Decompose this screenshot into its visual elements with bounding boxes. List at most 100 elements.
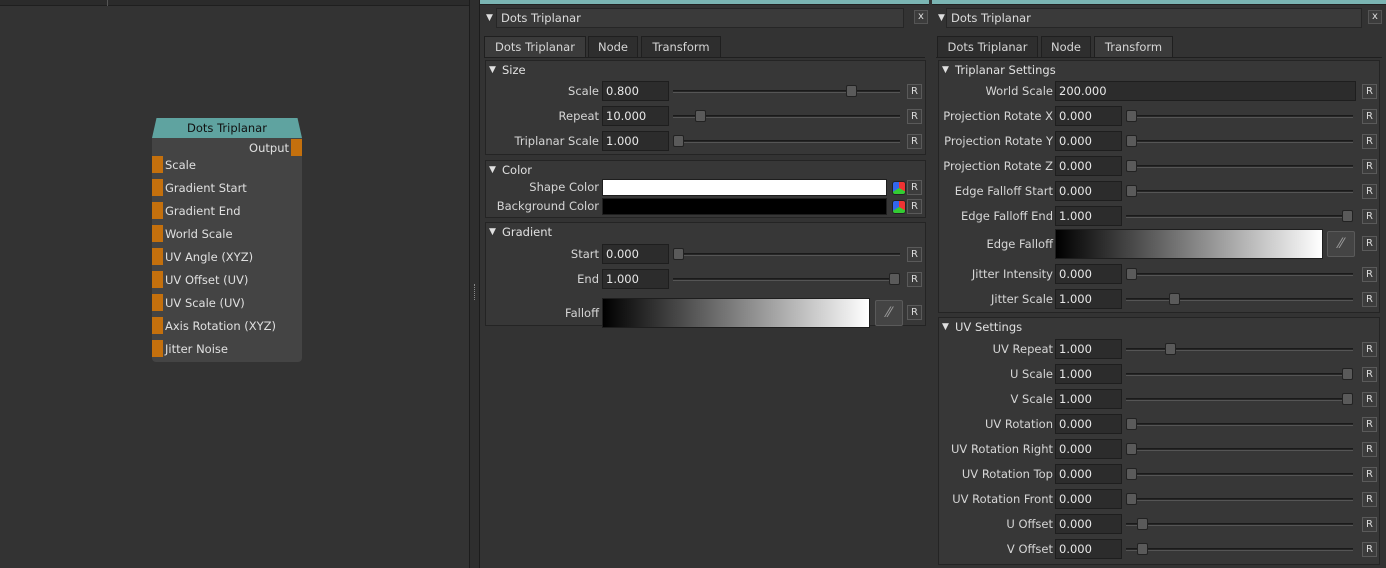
- panel-title-field[interactable]: Dots Triplanar: [496, 8, 904, 28]
- tab-transform[interactable]: Transform: [641, 36, 721, 58]
- reset-button[interactable]: R: [1362, 184, 1377, 199]
- input-port[interactable]: [152, 317, 163, 334]
- value-field[interactable]: 0.000: [602, 244, 669, 264]
- value-field[interactable]: 0.000: [1055, 514, 1122, 534]
- slider-handle[interactable]: [1165, 343, 1176, 355]
- input-port[interactable]: [152, 340, 163, 357]
- slider-handle[interactable]: [1126, 185, 1137, 197]
- slider-handle[interactable]: [846, 85, 857, 97]
- slider-track[interactable]: [673, 90, 900, 93]
- panel-title-field[interactable]: Dots Triplanar: [946, 8, 1362, 28]
- reset-button[interactable]: R: [907, 272, 922, 287]
- reset-button[interactable]: R: [1362, 134, 1377, 149]
- slider-handle[interactable]: [673, 135, 684, 147]
- slider-track[interactable]: [1126, 498, 1353, 501]
- reset-button[interactable]: R: [1362, 109, 1377, 124]
- reset-button[interactable]: R: [1362, 442, 1377, 457]
- group-triplanar-header[interactable]: ▼ Triplanar Settings: [939, 61, 1379, 79]
- value-field[interactable]: 0.000: [1055, 414, 1122, 434]
- slider-track[interactable]: [1126, 165, 1353, 168]
- value-field[interactable]: 1.000: [1055, 289, 1122, 309]
- collapse-arrow-icon[interactable]: ▼: [938, 13, 945, 23]
- value-field[interactable]: 0.000: [1055, 539, 1122, 559]
- color-swatch[interactable]: [602, 179, 887, 196]
- reset-button[interactable]: R: [907, 199, 922, 214]
- reset-button[interactable]: R: [1362, 367, 1377, 382]
- input-port[interactable]: [152, 248, 163, 265]
- slider-track[interactable]: [673, 253, 900, 256]
- output-port[interactable]: [291, 139, 302, 156]
- value-field[interactable]: 0.000: [1055, 439, 1122, 459]
- reset-button[interactable]: R: [907, 247, 922, 262]
- slider-track[interactable]: [673, 140, 900, 143]
- value-field[interactable]: 1.000: [1055, 339, 1122, 359]
- slider-track[interactable]: [1126, 273, 1353, 276]
- slider-handle[interactable]: [1342, 393, 1353, 405]
- reset-button[interactable]: R: [1362, 236, 1377, 251]
- close-button[interactable]: x: [1368, 10, 1382, 24]
- tab-node[interactable]: Node: [588, 36, 638, 58]
- collapse-arrow-icon[interactable]: ▼: [486, 13, 493, 23]
- slider-track[interactable]: [1126, 398, 1353, 401]
- color-picker-icon[interactable]: [892, 181, 906, 195]
- input-port[interactable]: [152, 156, 163, 173]
- reset-button[interactable]: R: [1362, 492, 1377, 507]
- reset-button[interactable]: R: [907, 84, 922, 99]
- value-field[interactable]: 0.000: [1055, 181, 1122, 201]
- curve-editor-icon[interactable]: ⁄⁄: [1327, 231, 1355, 257]
- slider-track[interactable]: [1126, 423, 1353, 426]
- slider-track[interactable]: [673, 115, 900, 118]
- slider-handle[interactable]: [1126, 268, 1137, 280]
- slider-handle[interactable]: [1126, 468, 1137, 480]
- input-port[interactable]: [152, 202, 163, 219]
- slider-track[interactable]: [1126, 215, 1353, 218]
- value-field[interactable]: 0.800: [602, 81, 669, 101]
- slider-track[interactable]: [673, 278, 900, 281]
- reset-button[interactable]: R: [1362, 467, 1377, 482]
- group-uv-header[interactable]: ▼ UV Settings: [939, 318, 1379, 336]
- slider-track[interactable]: [1126, 473, 1353, 476]
- slider-handle[interactable]: [889, 273, 900, 285]
- slider-track[interactable]: [1126, 348, 1353, 351]
- slider-handle[interactable]: [1126, 493, 1137, 505]
- value-field[interactable]: 1.000: [1055, 389, 1122, 409]
- curve-editor-icon[interactable]: ⁄⁄: [875, 300, 903, 326]
- value-field[interactable]: 0.000: [1055, 131, 1122, 151]
- world-scale-field[interactable]: 200.000: [1055, 81, 1356, 101]
- slider-handle[interactable]: [1137, 543, 1148, 555]
- slider-handle[interactable]: [1126, 418, 1137, 430]
- slider-track[interactable]: [1126, 548, 1353, 551]
- value-field[interactable]: 1.000: [1055, 364, 1122, 384]
- group-color-header[interactable]: ▼ Color: [486, 161, 925, 179]
- value-field[interactable]: 0.000: [1055, 106, 1122, 126]
- value-field[interactable]: 1.000: [1055, 206, 1122, 226]
- node-title[interactable]: Dots Triplanar: [152, 118, 302, 138]
- reset-button[interactable]: R: [907, 180, 922, 195]
- tab-dots-triplanar[interactable]: Dots Triplanar: [484, 36, 586, 58]
- value-field[interactable]: 0.000: [1055, 156, 1122, 176]
- value-field[interactable]: 0.000: [1055, 264, 1122, 284]
- group-size-header[interactable]: ▼ Size: [486, 61, 925, 79]
- slider-handle[interactable]: [1126, 443, 1137, 455]
- slider-track[interactable]: [1126, 373, 1353, 376]
- slider-handle[interactable]: [1169, 293, 1180, 305]
- reset-button[interactable]: R: [1362, 417, 1377, 432]
- reset-button[interactable]: R: [1362, 342, 1377, 357]
- reset-button[interactable]: R: [1362, 267, 1377, 282]
- reset-button[interactable]: R: [1362, 517, 1377, 532]
- value-field[interactable]: 10.000: [602, 106, 669, 126]
- reset-button[interactable]: R: [1362, 84, 1377, 99]
- input-port[interactable]: [152, 225, 163, 242]
- reset-button[interactable]: R: [1362, 159, 1377, 174]
- slider-handle[interactable]: [1342, 210, 1353, 222]
- value-field[interactable]: 0.000: [1055, 464, 1122, 484]
- slider-track[interactable]: [1126, 140, 1353, 143]
- slider-track[interactable]: [1126, 448, 1353, 451]
- reset-button[interactable]: R: [1362, 542, 1377, 557]
- edge-falloff-gradient-ramp[interactable]: [1055, 229, 1323, 259]
- reset-button[interactable]: R: [1362, 292, 1377, 307]
- slider-track[interactable]: [1126, 190, 1353, 193]
- close-button[interactable]: x: [914, 10, 928, 24]
- node-graph-canvas[interactable]: Dots Triplanar Output Scale Gradient Star…: [0, 0, 470, 568]
- slider-handle[interactable]: [695, 110, 706, 122]
